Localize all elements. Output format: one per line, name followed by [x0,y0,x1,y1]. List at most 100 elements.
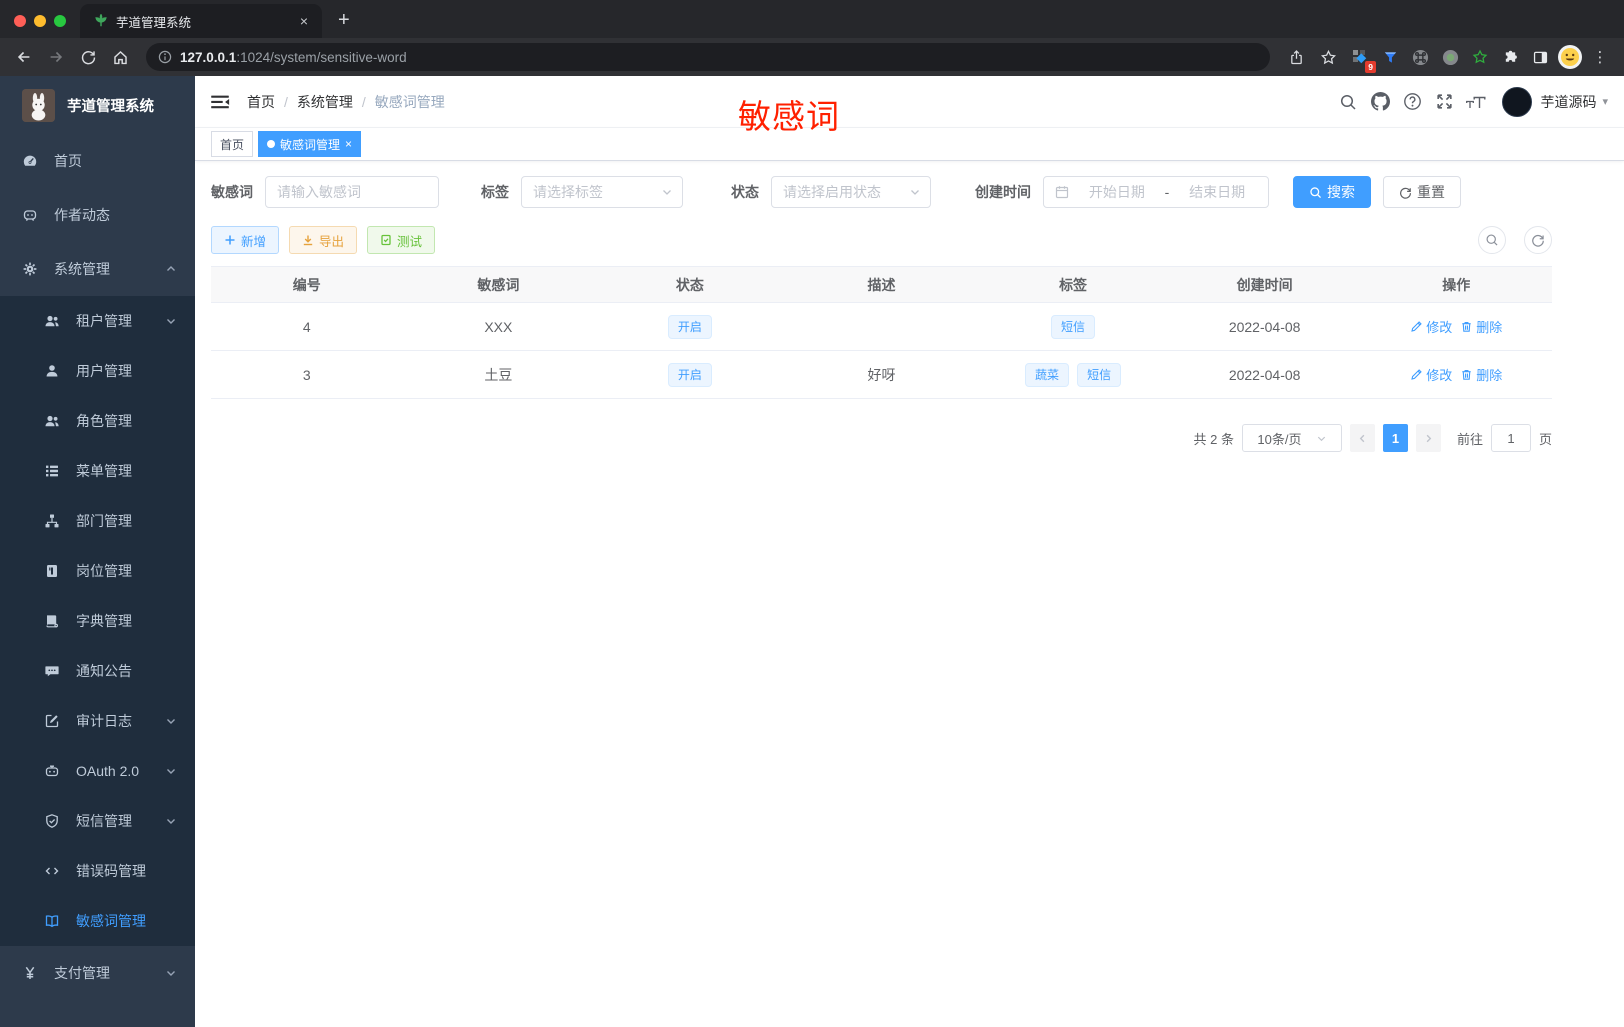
export-button[interactable]: 导出 [289,226,358,254]
goto-page-input[interactable] [1490,424,1531,452]
browser-tab[interactable]: 芋道管理系统 × [80,4,322,38]
refresh-table-button[interactable] [1524,226,1552,254]
tag-home[interactable]: 首页 [211,131,254,157]
keyword-input[interactable] [277,184,427,200]
tag-label: 标签 [481,184,509,200]
date-range-picker[interactable]: 开始日期 - 结束日期 [1043,176,1269,208]
sidebar-item-sensitive-word[interactable]: 敏感词管理 [0,896,195,946]
extension-command-icon[interactable] [1406,43,1434,71]
status-select[interactable]: 请选择启用状态 [771,176,931,208]
robot-icon [44,763,60,779]
fullscreen-icon[interactable] [1428,86,1460,118]
sidebar-item-sms[interactable]: 短信管理 [0,796,195,846]
site-info-icon[interactable] [158,50,172,64]
share-icon[interactable] [1282,43,1310,71]
sidebar-logo[interactable]: 芋道管理系统 [0,76,195,134]
close-window-button[interactable] [14,15,26,27]
sidebar-item-errcode[interactable]: 错误码管理 [0,846,195,896]
edit-link[interactable]: 修改 [1410,317,1452,336]
tag-badge: 蔬菜 [1025,362,1070,387]
gauge-icon [22,153,38,169]
user-menu-caret-icon[interactable]: ▾ [1602,95,1608,108]
sidebar-item-oauth[interactable]: OAuth 2.0 [0,746,195,796]
browser-window: 芋道管理系统 × + 127.0.0.1:1024/system/sensiti… [0,0,1624,1027]
app-title: 芋道管理系统 [67,98,154,115]
home-icon[interactable] [106,43,134,71]
dict-book-icon [44,613,60,629]
sidebar-item-notice[interactable]: 通知公告 [0,646,195,696]
col-desc: 描述 [867,276,896,293]
active-dot-icon [267,140,276,148]
github-icon[interactable] [1364,86,1396,118]
sidebar-menu: 首页 作者动态 系统管理 租户管理 用户管理 角色管理 菜单管理 部门管理 岗位… [0,134,195,1000]
breadcrumb-home[interactable]: 首页 [247,92,275,112]
test-button[interactable]: 测试 [367,226,436,254]
extension-grid-icon[interactable]: 9 [1346,43,1376,73]
font-size-icon[interactable] [1460,86,1492,118]
menu-tree-icon [44,463,60,479]
browser-menu-kebab-icon[interactable]: ⋮ [1586,43,1614,71]
help-icon[interactable] [1396,86,1428,118]
puzzle-extensions-icon[interactable] [1496,43,1524,71]
zoom-window-button[interactable] [54,15,66,27]
chevron-down-icon [165,815,177,827]
sidebar-item-tenant[interactable]: 租户管理 [0,296,195,346]
extension-star-icon[interactable] [1466,43,1494,71]
profile-emoji-avatar[interactable] [1556,43,1584,71]
page-size-select[interactable]: 10条/页 [1241,424,1342,452]
action-toolbar: 新增 导出 测试 [211,226,1552,254]
col-time: 创建时间 [1236,276,1293,293]
extension-record-icon[interactable] [1436,43,1464,71]
sidebar-item-system[interactable]: 系统管理 [0,242,195,296]
delete-link[interactable]: 删除 [1460,317,1502,336]
sidebar-item-pay[interactable]: 支付管理 [0,946,195,1000]
tab-close-icon[interactable]: × [296,13,312,29]
yen-icon [22,965,38,981]
breadcrumb-system[interactable]: 系统管理 [297,92,353,112]
sidebar-item-role[interactable]: 角色管理 [0,396,195,446]
user-avatar[interactable] [1502,86,1533,117]
next-page-button[interactable] [1415,424,1441,452]
new-tab-button[interactable]: + [322,9,366,38]
org-chart-icon [44,513,60,529]
sidebar-item-author-news[interactable]: 作者动态 [0,188,195,242]
favicon-leaf-icon [94,14,108,28]
sidebar-item-dept[interactable]: 部门管理 [0,496,195,546]
audit-edit-icon [44,713,60,729]
pagination: 共 2 条 10条/页 1 前往 页 [211,424,1552,452]
add-button[interactable]: 新增 [211,226,280,254]
address-bar[interactable]: 127.0.0.1:1024/system/sensitive-word [146,43,1270,71]
url-host: 127.0.0.1 [180,49,237,65]
minimize-window-button[interactable] [34,15,46,27]
forward-icon[interactable] [42,43,70,71]
username-label: 芋道源码 [1540,93,1597,110]
bookmark-star-icon[interactable] [1314,43,1342,71]
collapse-sidebar-icon[interactable] [209,91,231,113]
notice-chat-icon [44,663,60,679]
side-panel-icon[interactable] [1526,43,1554,71]
tag-select[interactable]: 请选择标签 [521,176,683,208]
edit-link[interactable]: 修改 [1410,365,1452,384]
extension-funnel-icon[interactable] [1376,43,1404,71]
prev-page-button[interactable] [1349,424,1375,452]
sidebar-item-audit[interactable]: 审计日志 [0,696,195,746]
delete-link[interactable]: 删除 [1460,365,1502,384]
sidebar-item-menu[interactable]: 菜单管理 [0,446,195,496]
tag-sensitive-word[interactable]: 敏感词管理 × [258,131,362,157]
tag-close-icon[interactable]: × [345,137,352,151]
roles-users-icon [44,413,60,429]
show-search-toggle-button[interactable] [1478,226,1506,254]
sidebar-item-home[interactable]: 首页 [0,134,195,188]
sidebar-item-dict[interactable]: 字典管理 [0,596,195,646]
extensions-area: 9 ⋮ [1346,43,1614,73]
search-icon[interactable] [1332,86,1364,118]
chevron-down-icon [661,186,673,198]
sidebar-item-post[interactable]: 岗位管理 [0,546,195,596]
cell-time: 2022-04-08 [1228,366,1301,383]
search-button[interactable]: 搜索 [1293,176,1371,208]
reload-icon[interactable] [74,43,102,71]
page-number-button[interactable]: 1 [1382,424,1408,452]
sidebar-item-user[interactable]: 用户管理 [0,346,195,396]
reset-button[interactable]: 重置 [1383,176,1461,208]
back-icon[interactable] [10,43,38,71]
